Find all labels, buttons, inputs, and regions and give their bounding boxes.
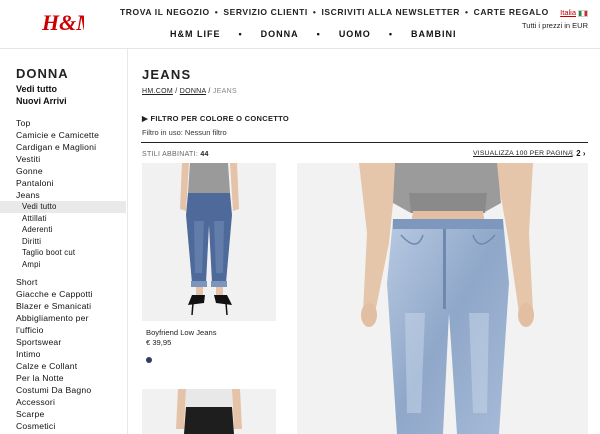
product-card-image-2[interactable] [142, 389, 276, 434]
sidebar-item-jeans[interactable]: Jeans [16, 189, 128, 201]
product-card-info[interactable]: Boyfriend Low Jeans € 39,95 [142, 321, 276, 369]
site-header: H&M TROVA IL NEGOZIO • SERVIZIO CLIENTI … [0, 0, 600, 48]
separator: • [312, 7, 317, 17]
sidebar-item-vestiti[interactable]: Vestiti [16, 153, 128, 165]
separator: • [316, 29, 321, 39]
sidebar-item-ufficio[interactable]: l'ufficio [16, 324, 128, 336]
breadcrumb-donna[interactable]: DONNA [180, 88, 206, 95]
pager-page-1[interactable]: 1 [570, 149, 574, 158]
sidebar-item-top[interactable]: Top [16, 117, 128, 129]
hm-logo[interactable]: H&M [40, 6, 84, 38]
top-links: TROVA IL NEGOZIO • SERVIZIO CLIENTI • IS… [120, 7, 549, 17]
nav-hm-life[interactable]: H&M LIFE [170, 29, 221, 39]
sidebar-item-short[interactable]: Short [16, 276, 128, 288]
product-photo-boyfriend-jeans [142, 163, 276, 321]
sidebar-item-intimo[interactable]: Intimo [16, 348, 128, 360]
svg-text:H&M: H&M [41, 10, 84, 35]
filter-divider [141, 142, 588, 143]
breadcrumb-sep: / [172, 88, 180, 95]
sidebar-category-list: Top Camicie e Camicette Cardigan e Magli… [0, 117, 128, 432]
nav-donna[interactable]: DONNA [261, 29, 299, 39]
sidebar-item-accessori[interactable]: Accessori [16, 396, 128, 408]
sidebar-item-pantaloni[interactable]: Pantaloni [16, 177, 128, 189]
pagination: ‹ 1 2 › [565, 149, 585, 158]
product-photo-large-jeans [297, 163, 588, 434]
sidebar-nuovi-arrivi[interactable]: Nuovi Arrivi [16, 96, 67, 106]
sidebar-item-cosmetici[interactable]: Cosmetici [16, 420, 128, 432]
sidebar-item-notte[interactable]: Per la Notte [16, 372, 128, 384]
prices-note: Tutti i prezzi in EUR [522, 21, 588, 30]
sidebar-subitem-attillati[interactable]: Attillati [16, 213, 128, 225]
pager-prev-icon[interactable]: ‹ [565, 149, 568, 158]
sidebar-subitem-aderenti[interactable]: Aderenti [16, 224, 128, 236]
customer-service-link[interactable]: SERVIZIO CLIENTI [223, 7, 308, 17]
sidebar-item-blazer[interactable]: Blazer e Smanicati [16, 300, 128, 312]
sidebar-item-costumi[interactable]: Costumi Da Bagno [16, 384, 128, 396]
sidebar: DONNA Vedi tutto Nuovi Arrivi Top Camici… [0, 49, 128, 434]
styles-label: STILI ABBINATI: [142, 151, 199, 158]
separator: • [388, 29, 393, 39]
styles-count: STILI ABBINATI: 44 [142, 151, 209, 158]
filter-in-use: Filtro in uso: Nessun filtro [142, 128, 227, 137]
triangle-right-icon: ▶ [142, 114, 149, 123]
country-link[interactable]: Italia [560, 8, 576, 17]
product-price: € 39,95 [146, 338, 172, 347]
sidebar-subitem-ampi[interactable]: Ampi [16, 259, 128, 271]
filter-title-label: FILTRO PER COLORE O CONCETTO [150, 114, 290, 123]
color-swatch[interactable] [146, 357, 152, 363]
nav-bambini[interactable]: BAMBINI [411, 29, 457, 39]
sidebar-item-calze[interactable]: Calze e Collant [16, 360, 128, 372]
styles-number: 44 [200, 151, 209, 158]
sidebar-vedi-tutto[interactable]: Vedi tutto [16, 84, 57, 94]
newsletter-link[interactable]: ISCRIVITI ALLA NEWSLETTER [321, 7, 460, 17]
sidebar-subitem-boot-cut[interactable]: Taglio boot cut [16, 247, 128, 259]
main-content: JEANS HM.COM / DONNA / JEANS ▶ FILTRO PE… [141, 49, 600, 434]
sidebar-item-scarpe[interactable]: Scarpe [16, 408, 128, 420]
filter-toggle[interactable]: ▶ FILTRO PER COLORE O CONCETTO [142, 114, 289, 123]
sidebar-item-sportswear[interactable]: Sportswear [16, 336, 128, 348]
sidebar-subitem-diritti[interactable]: Diritti [16, 236, 128, 248]
pager-next-icon[interactable]: › [583, 149, 586, 158]
sidebar-title[interactable]: DONNA [16, 66, 69, 81]
sidebar-item-camicie[interactable]: Camicie e Camicette [16, 129, 128, 141]
nav-uomo[interactable]: UOMO [339, 29, 371, 39]
view-100-link[interactable]: VISUALIZZA 100 PER PAGINA [473, 150, 573, 157]
store-locator-link[interactable]: TROVA IL NEGOZIO [120, 7, 210, 17]
breadcrumb-current: JEANS [212, 88, 237, 95]
sidebar-item-abbigliamento[interactable]: Abbigliamento per [16, 312, 128, 324]
breadcrumb: HM.COM / DONNA / JEANS [142, 88, 237, 95]
breadcrumb-home[interactable]: HM.COM [142, 88, 173, 95]
sidebar-item-giacche[interactable]: Giacche e Cappotti [16, 288, 128, 300]
sidebar-subitem-vedi-tutto[interactable]: Vedi tutto [0, 201, 126, 213]
main-nav: H&M LIFE • DONNA • UOMO • BAMBINI [170, 29, 456, 39]
italy-flag-icon[interactable] [578, 9, 588, 17]
separator: • [465, 7, 469, 17]
sidebar-item-cardigan[interactable]: Cardigan e Maglioni [16, 141, 128, 153]
sidebar-item-gonne[interactable]: Gonne [16, 165, 128, 177]
product-photo-second [142, 389, 276, 434]
separator: • [214, 7, 219, 17]
product-large-image[interactable] [297, 163, 588, 434]
country-selector: Italia Tutti i prezzi in EUR [522, 8, 588, 30]
breadcrumb-sep: / [206, 88, 213, 95]
product-name[interactable]: Boyfriend Low Jeans [146, 328, 217, 337]
separator: • [238, 29, 243, 39]
pager-page-2[interactable]: 2 [576, 149, 580, 158]
page-title: JEANS [142, 67, 192, 82]
